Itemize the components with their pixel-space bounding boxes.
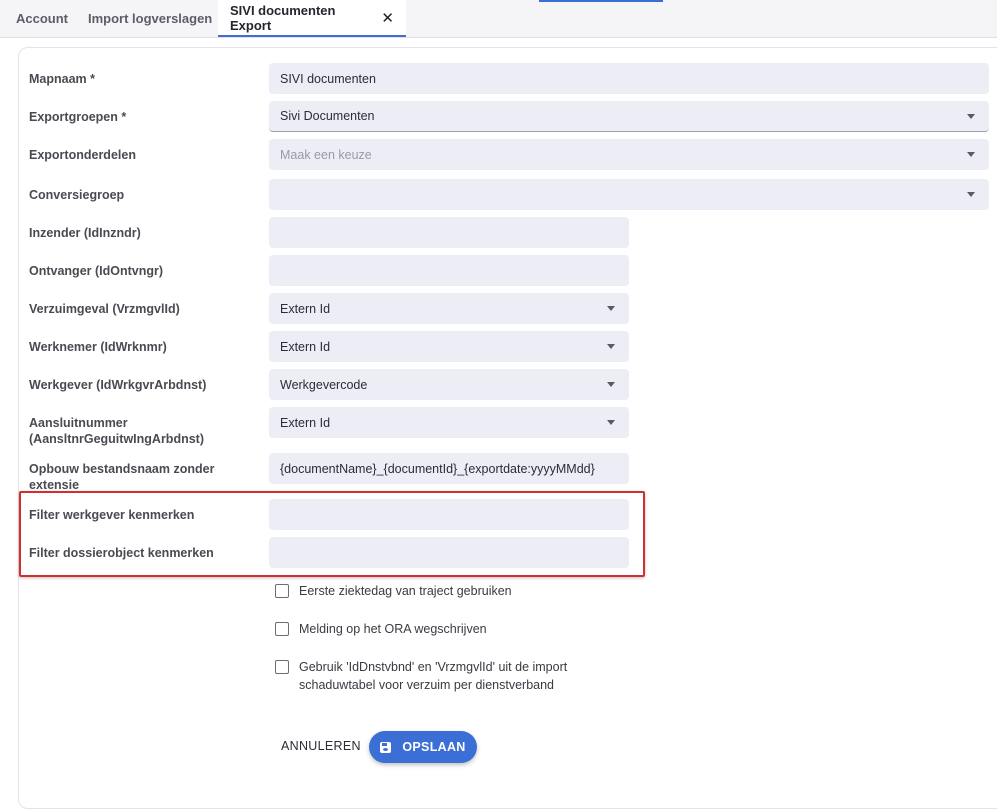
tab-indicator-top [539,0,663,2]
chevron-down-icon [967,192,975,197]
exportgroepen-label: Exportgroepen * [29,110,127,124]
tab-bar: Account Import logverslagen SIVI documen… [0,0,997,38]
opbouw-label: Opbouw bestandsnaam zonder extensie [29,462,215,492]
ontvanger-input[interactable] [269,255,629,286]
werkgever-label: Werkgever (IdWrkgvrArbdnst) [29,378,207,392]
checkbox-icon[interactable] [275,622,289,636]
checkbox-label: Gebruik 'IdDnstvbnd' en 'VrzmgvlId' uit … [299,660,568,692]
aansluitnummer-label: Aansluitnummer (AansltnrGeguitwIngArbdns… [29,416,204,446]
tab-label: Account [16,11,68,26]
filter-werkgever-label: Filter werkgever kenmerken [29,508,195,522]
opbouw-input[interactable]: {documentName}_{documentId}_{exportdate:… [269,453,629,484]
exportonderdelen-select[interactable]: Maak een keuze [269,139,989,170]
save-button-label: OPSLAAN [402,740,466,754]
verzuimgeval-select[interactable]: Extern Id [269,293,629,324]
tab-label: SIVI documenten Export [230,2,336,33]
ontvanger-label: Ontvanger (IdOntvngr) [29,264,164,278]
mapnaam-label: Mapnaam * [29,72,96,86]
chevron-down-icon [607,344,615,349]
chevron-down-icon [607,420,615,425]
werknemer-select[interactable]: Extern Id [269,331,629,362]
tab-label: Import logverslagen [88,11,213,26]
cancel-button[interactable]: ANNULEREN [281,739,361,753]
chevron-down-icon [967,114,975,119]
inzender-input[interactable] [269,217,629,248]
aansluitnummer-select[interactable]: Extern Id [269,407,629,438]
checkbox-label: Eerste ziektedag van traject gebruiken [299,584,512,598]
save-button[interactable]: OPSLAAN [369,731,477,763]
checkbox-icon[interactable] [275,584,289,598]
inzender-label: Inzender (IdInzndr) [29,226,141,240]
werkgever-select[interactable]: Werkgevercode [269,369,629,400]
werknemer-label: Werknemer (IdWrknmr) [29,340,167,354]
exportgroepen-select[interactable]: Sivi Documenten [269,101,989,132]
save-icon [380,741,392,753]
exportonderdelen-label: Exportonderdelen [29,148,136,162]
conversiegroep-label: Conversiegroep [29,188,125,202]
filter-dossierobject-input[interactable] [269,537,629,568]
chevron-down-icon [607,306,615,311]
tab-import-logverslagen[interactable]: Import logverslagen [88,0,212,37]
filter-dossierobject-label: Filter dossierobject kenmerken [29,546,214,560]
checkbox-label: Melding op het ORA wegschrijven [299,622,487,636]
close-icon[interactable]: ✕ [381,9,394,27]
tab-sivi-documenten-export[interactable]: SIVI documenten Export ✕ [218,0,406,37]
checkbox-icon[interactable] [275,660,289,674]
checkbox-melding-ora[interactable]: Melding op het ORA wegschrijven [275,620,487,638]
filter-werkgever-input[interactable] [269,499,629,530]
tab-account[interactable]: Account [16,0,68,37]
verzuimgeval-label: Verzuimgeval (VrzmgvlId) [29,302,180,316]
mapnaam-input[interactable]: SIVI documenten [269,63,989,94]
conversiegroep-select[interactable] [269,179,989,210]
chevron-down-icon [967,152,975,157]
checkbox-eerste-ziektedag[interactable]: Eerste ziektedag van traject gebruiken [275,582,512,600]
chevron-down-icon [607,382,615,387]
checkbox-schaduwtabel[interactable]: Gebruik 'IdDnstvbnd' en 'VrzmgvlId' uit … [275,658,567,694]
